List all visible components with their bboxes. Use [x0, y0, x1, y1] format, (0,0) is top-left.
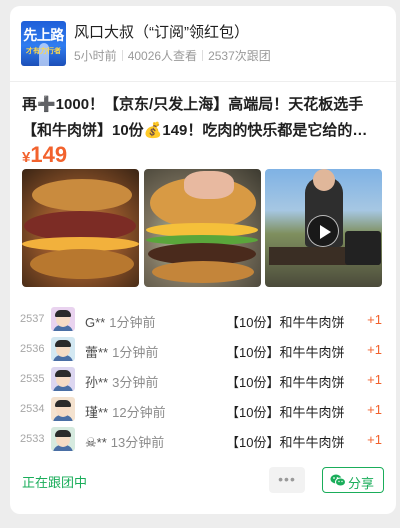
order-record-row[interactable]: 2536 蕾** 1分钟前 【10份】和牛牛肉饼 +1 [10, 335, 396, 365]
bun-top [32, 179, 132, 211]
post-time: 5小时前 [74, 49, 117, 63]
record-index: 2536 [20, 343, 45, 355]
burger-photo-2[interactable] [144, 169, 261, 287]
order-quantity: +1 [367, 372, 382, 387]
order-record-row[interactable]: 2534 瑾** 12分钟前 【10份】和牛牛肉饼 +1 [10, 395, 396, 425]
meta-divider [202, 50, 204, 61]
ordered-product: 【10份】和牛牛肉饼 [226, 405, 345, 420]
post-title-line: 再➕1000！【京东/只发上海】高端局！天花板选手 [22, 96, 364, 113]
avatar-hair [55, 400, 71, 407]
avatar-text-main: 先上路 [23, 27, 64, 43]
order-quantity: +1 [367, 312, 382, 327]
record-index: 2533 [20, 433, 45, 445]
meta-divider [121, 50, 123, 61]
order-quantity: +1 [367, 402, 382, 417]
record-index: 2535 [20, 373, 45, 385]
avatar-hair [55, 430, 71, 437]
buyer-avatar [51, 337, 75, 361]
avatar-hair [55, 310, 71, 317]
buyer-info: 瑾** 12分钟前 [85, 402, 166, 421]
avatar-hair [55, 340, 71, 347]
record-index: 2534 [20, 403, 45, 415]
avatar-hair [55, 370, 71, 377]
buyer-info: ☠** 13分钟前 [85, 432, 164, 451]
price: ¥149 [22, 142, 67, 168]
buyer-name: 蕾** [85, 345, 109, 360]
order-record-row[interactable]: 2533 ☠** 13分钟前 【10份】和牛牛肉饼 +1 [10, 425, 396, 455]
buyer-name: G** [85, 315, 106, 330]
post-title-line: 【和牛肉饼】10份💰149！吃肉的快乐都是它给的… [22, 122, 368, 139]
burger-photo-1[interactable] [22, 169, 139, 287]
leader-name[interactable]: 风口大叔（“订阅”领红包） [74, 23, 249, 43]
share-button[interactable]: 分享 [322, 467, 384, 493]
ordered-product: 【10份】和牛牛肉饼 [226, 345, 345, 360]
hand [184, 171, 234, 199]
buyer-name: 孙** [85, 375, 109, 390]
buyer-avatar [51, 427, 75, 451]
card-header[interactable]: 先上路 才有力行者 风口大叔（“订阅”领红包） 5小时前 40026人查看 2537… [10, 6, 396, 82]
video-thumbnail[interactable] [265, 169, 382, 287]
chef-head [313, 169, 335, 191]
post-title[interactable]: 再➕1000！【京东/只发上海】高端局！天花板选手 【和牛肉饼】10份💰149！… [22, 92, 386, 144]
wechat-icon [330, 474, 346, 487]
order-time: 3分钟前 [112, 375, 159, 390]
price-value: 149 [30, 142, 68, 167]
view-count: 40026人查看 [127, 49, 198, 63]
play-icon[interactable] [307, 215, 339, 247]
ordered-product: 【10份】和牛牛肉饼 [226, 315, 345, 330]
buyer-avatar [51, 397, 75, 421]
buyer-name: ☠** [85, 435, 107, 450]
group-buy-card[interactable]: 先上路 才有力行者 风口大叔（“订阅”领红包） 5小时前 40026人查看 2537… [10, 6, 396, 514]
order-time: 1分钟前 [109, 315, 156, 330]
buyer-info: G** 1分钟前 [85, 312, 155, 331]
join-count: 2537次跟团 [208, 49, 271, 63]
buyer-info: 孙** 3分钟前 [85, 372, 158, 391]
ordered-product: 【10份】和牛牛肉饼 [226, 375, 345, 390]
order-quantity: +1 [367, 432, 382, 447]
order-time: 12分钟前 [112, 405, 166, 420]
buyer-info: 蕾** 1分钟前 [85, 342, 158, 361]
order-time: 13分钟前 [110, 435, 165, 450]
avatar-text-sub: 才有力行者 [26, 48, 61, 55]
more-button[interactable]: ••• [269, 467, 305, 493]
grill [345, 231, 381, 265]
order-time: 1分钟前 [112, 345, 159, 360]
post-meta: 5小时前 40026人查看 2537次跟团 [74, 48, 271, 64]
ordered-product: 【10份】和牛牛肉饼 [226, 435, 345, 450]
buyer-name: 瑾** [85, 405, 109, 420]
buyer-avatar [51, 367, 75, 391]
bun-bottom [152, 261, 254, 283]
buyer-avatar [51, 307, 75, 331]
order-record-row[interactable]: 2537 G** 1分钟前 【10份】和牛牛肉饼 +1 [10, 305, 396, 335]
leader-avatar[interactable]: 先上路 才有力行者 [21, 21, 66, 66]
order-record-row[interactable]: 2535 孙** 3分钟前 【10份】和牛牛肉饼 +1 [10, 365, 396, 395]
bun-bottom [30, 249, 134, 279]
share-label: 分享 [348, 476, 375, 491]
record-index: 2537 [20, 313, 45, 325]
order-quantity: +1 [367, 342, 382, 357]
group-status: 正在跟团中 [22, 475, 88, 490]
